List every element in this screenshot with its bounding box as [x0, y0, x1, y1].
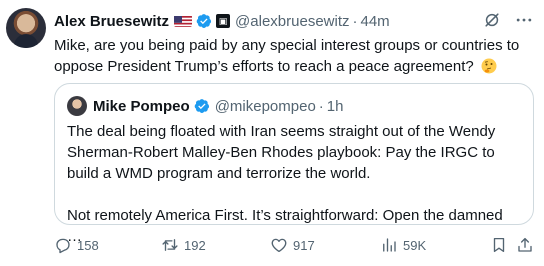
separator-dot: ·: [318, 97, 324, 115]
verified-badge-icon: [196, 13, 212, 29]
tweet-body: Mike, are you being paid by any special …: [54, 37, 520, 75]
header-actions: [482, 10, 534, 30]
us-flag-icon: [174, 15, 193, 27]
repost-icon: [162, 239, 178, 251]
quote-author-avatar[interactable]: [67, 96, 87, 116]
like-button[interactable]: 917: [270, 234, 315, 256]
repost-count: 192: [184, 237, 206, 253]
bookmark-button[interactable]: [490, 234, 508, 256]
share-icon: [518, 237, 532, 252]
quote-header: Mike Pompeo @mikepompeo · 1h: [93, 96, 343, 116]
author-name[interactable]: Alex Bruesewitz: [54, 13, 169, 30]
tweet-actions: 158 192 917 59K: [54, 234, 534, 256]
quote-author-handle[interactable]: @mikepompeo: [215, 98, 316, 115]
view-count: 59K: [403, 237, 427, 253]
separator-dot: ·: [352, 12, 358, 30]
author-avatar[interactable]: [6, 8, 46, 48]
verified-badge-icon: [194, 98, 210, 114]
reply-count: 158: [77, 237, 99, 253]
quote-paragraph-1: The deal being floated with Iran seems s…: [67, 123, 496, 182]
tweet-text: Mike, are you being paid by any special …: [54, 35, 522, 77]
tweet-header: Alex Bruesewitz ▣ @alexbruesewitz · 44m: [54, 10, 534, 32]
quoted-tweet[interactable]: Mike Pompeo @mikepompeo · 1h The deal be…: [54, 83, 534, 245]
bookmark-icon: [493, 237, 505, 253]
more-options-icon[interactable]: [514, 10, 534, 30]
like-count: 917: [293, 237, 315, 253]
affiliation-badge-icon: ▣: [216, 14, 231, 28]
thinking-face-emoji-icon: [481, 58, 497, 74]
quote-time[interactable]: 1h: [327, 98, 344, 115]
quote-author-name[interactable]: Mike Pompeo: [93, 98, 190, 115]
heart-icon: [271, 238, 287, 253]
author-handle[interactable]: @alexbruesewitz: [235, 13, 349, 30]
reply-button[interactable]: 158: [54, 234, 99, 256]
share-button[interactable]: [516, 234, 534, 256]
views-chart-icon: [383, 238, 396, 252]
repost-button[interactable]: 192: [161, 234, 206, 256]
grok-icon[interactable]: [482, 10, 502, 30]
quote-text: The deal being floated with Iran seems s…: [67, 121, 519, 247]
reply-icon: [56, 238, 70, 254]
tweet-time[interactable]: 44m: [361, 13, 390, 30]
views-button[interactable]: 59K: [380, 234, 426, 256]
